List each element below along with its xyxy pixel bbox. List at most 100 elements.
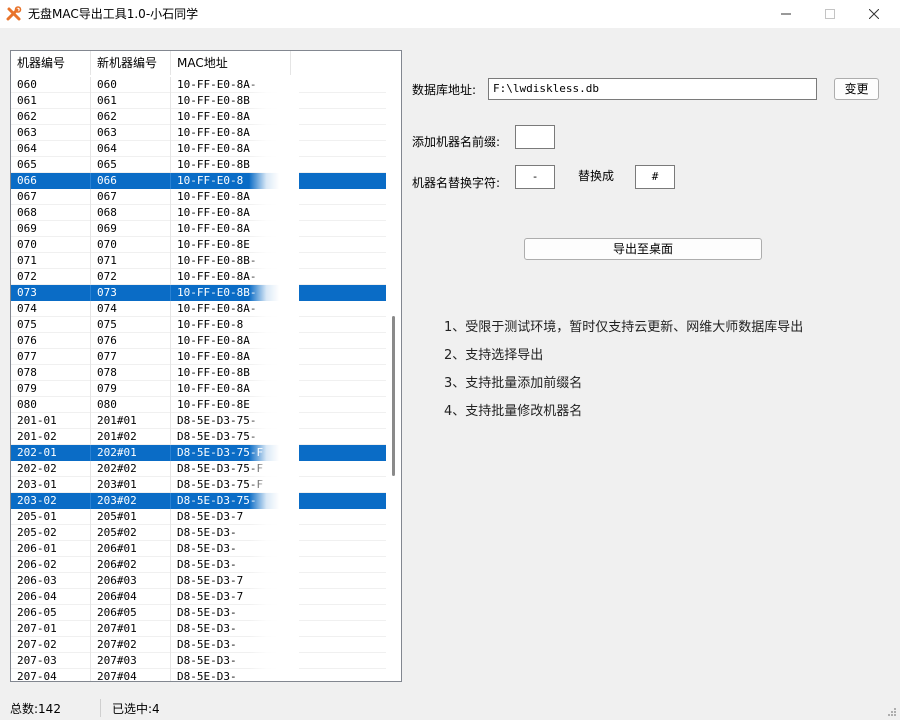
- tools-icon: [6, 6, 22, 21]
- minimize-button[interactable]: [764, 0, 808, 28]
- replace-from-input[interactable]: -: [515, 165, 555, 189]
- replace-label: 机器名替换字符:: [412, 176, 501, 190]
- table-row[interactable]: 205-01 205#01 D8-5E-D3-7: [11, 509, 386, 525]
- column-header-mac[interactable]: MAC地址: [171, 51, 291, 75]
- prefix-label: 添加机器名前缀:: [412, 135, 501, 149]
- cell-new-machine-id: 205#02: [91, 525, 171, 541]
- table-row[interactable]: 060 060 10-FF-E0-8A-: [11, 77, 386, 93]
- cell-machine-id: 063: [11, 125, 91, 141]
- table-row[interactable]: 067 067 10-FF-E0-8A: [11, 189, 386, 205]
- cell-new-machine-id: 075: [91, 317, 171, 333]
- table-row[interactable]: 206-05 206#05 D8-5E-D3-: [11, 605, 386, 621]
- cell-new-machine-id: 206#03: [91, 573, 171, 589]
- maximize-button[interactable]: [808, 0, 852, 28]
- cell-new-machine-id: 077: [91, 349, 171, 365]
- cell-mac: D8-5E-D3-75-F: [177, 462, 264, 475]
- cell-mac: 10-FF-E0-8B: [177, 158, 250, 171]
- table-row[interactable]: 068 068 10-FF-E0-8A: [11, 205, 386, 221]
- table-row[interactable]: 207-03 207#03 D8-5E-D3-: [11, 653, 386, 669]
- column-header-machine-id[interactable]: 机器编号: [11, 51, 91, 75]
- cell-mac: 10-FF-E0-8A: [177, 350, 250, 363]
- table-row[interactable]: 207-01 207#01 D8-5E-D3-: [11, 621, 386, 637]
- table-row[interactable]: 070 070 10-FF-E0-8E: [11, 237, 386, 253]
- table-row[interactable]: 203-01 203#01 D8-5E-D3-75-F: [11, 477, 386, 493]
- db-path-input[interactable]: F:\lwdiskless.db: [488, 78, 817, 100]
- scrollbar-thumb[interactable]: [392, 316, 395, 476]
- cell-machine-id: 203-01: [11, 477, 91, 493]
- cell-mac: 10-FF-E0-8A: [177, 142, 250, 155]
- table-row[interactable]: 063 063 10-FF-E0-8A: [11, 125, 386, 141]
- maximize-icon: [825, 9, 835, 19]
- table-row[interactable]: 074 074 10-FF-E0-8A-: [11, 301, 386, 317]
- cell-machine-id: 203-02: [11, 493, 91, 509]
- cell-mac: 10-FF-E0-8B-: [177, 254, 257, 267]
- table-row[interactable]: 066 066 10-FF-E0-8: [11, 173, 386, 189]
- vertical-scrollbar[interactable]: [386, 51, 401, 681]
- cell-machine-id: 072: [11, 269, 91, 285]
- cell-machine-id: 202-02: [11, 461, 91, 477]
- table-row[interactable]: 201-01 201#01 D8-5E-D3-75-: [11, 413, 386, 429]
- table-row[interactable]: 202-02 202#02 D8-5E-D3-75-F: [11, 461, 386, 477]
- cell-machine-id: 205-02: [11, 525, 91, 541]
- minimize-icon: [781, 13, 791, 15]
- cell-machine-id: 066: [11, 173, 91, 189]
- table-row[interactable]: 077 077 10-FF-E0-8A: [11, 349, 386, 365]
- table-row[interactable]: 080 080 10-FF-E0-8E: [11, 397, 386, 413]
- replace-to-input[interactable]: #: [635, 165, 675, 189]
- table-row[interactable]: 207-02 207#02 D8-5E-D3-: [11, 637, 386, 653]
- table-row[interactable]: 206-03 206#03 D8-5E-D3-7: [11, 573, 386, 589]
- cell-new-machine-id: 066: [91, 173, 171, 189]
- column-header-new-machine-id[interactable]: 新机器编号: [91, 51, 171, 75]
- cell-mac: D8-5E-D3-75-: [177, 414, 257, 427]
- cell-new-machine-id: 206#04: [91, 589, 171, 605]
- cell-mac: D8-5E-D3-7: [177, 590, 244, 603]
- change-button[interactable]: 变更: [834, 78, 879, 100]
- cell-new-machine-id: 074: [91, 301, 171, 317]
- close-button[interactable]: [852, 0, 896, 28]
- table-row[interactable]: 071 071 10-FF-E0-8B-: [11, 253, 386, 269]
- cell-new-machine-id: 207#02: [91, 637, 171, 653]
- cell-machine-id: 206-02: [11, 557, 91, 573]
- cell-new-machine-id: 063: [91, 125, 171, 141]
- table-row[interactable]: 078 078 10-FF-E0-8B: [11, 365, 386, 381]
- table-row[interactable]: 076 076 10-FF-E0-8A: [11, 333, 386, 349]
- export-button[interactable]: 导出至桌面: [524, 238, 762, 260]
- cell-machine-id: 206-05: [11, 605, 91, 621]
- table-row[interactable]: 069 069 10-FF-E0-8A: [11, 221, 386, 237]
- table-row[interactable]: 065 065 10-FF-E0-8B: [11, 157, 386, 173]
- table-row[interactable]: 062 062 10-FF-E0-8A: [11, 109, 386, 125]
- cell-new-machine-id: 206#02: [91, 557, 171, 573]
- cell-new-machine-id: 076: [91, 333, 171, 349]
- table-row[interactable]: 201-02 201#02 D8-5E-D3-75-: [11, 429, 386, 445]
- cell-machine-id: 207-04: [11, 669, 91, 681]
- info-line-3: 3、支持批量添加前缀名: [444, 376, 583, 391]
- table-row[interactable]: 072 072 10-FF-E0-8A-: [11, 269, 386, 285]
- cell-machine-id: 069: [11, 221, 91, 237]
- table-row[interactable]: 207-04 207#04 D8-5E-D3-: [11, 669, 386, 682]
- table-row[interactable]: 206-01 206#01 D8-5E-D3-: [11, 541, 386, 557]
- table-row[interactable]: 202-01 202#01 D8-5E-D3-75-F: [11, 445, 386, 461]
- info-line-1: 1、受限于测试环境，暂时仅支持云更新、网维大师数据库导出: [444, 320, 804, 335]
- machine-list[interactable]: 机器编号 新机器编号 MAC地址 060 060 10-FF-E0-8A- 061 06…: [10, 50, 402, 682]
- cell-mac: D8-5E-D3-75-F: [177, 446, 264, 459]
- table-row[interactable]: 075 075 10-FF-E0-8: [11, 317, 386, 333]
- table-row[interactable]: 061 061 10-FF-E0-8B: [11, 93, 386, 109]
- cell-machine-id: 065: [11, 157, 91, 173]
- cell-machine-id: 070: [11, 237, 91, 253]
- resize-grip-icon[interactable]: [887, 707, 897, 717]
- table-row[interactable]: 205-02 205#02 D8-5E-D3-: [11, 525, 386, 541]
- prefix-input[interactable]: [515, 125, 555, 149]
- cell-mac: D8-5E-D3-: [177, 670, 237, 682]
- table-row[interactable]: 206-04 206#04 D8-5E-D3-7: [11, 589, 386, 605]
- table-row[interactable]: 064 064 10-FF-E0-8A: [11, 141, 386, 157]
- info-line-2: 2、支持选择导出: [444, 348, 544, 363]
- table-row[interactable]: 206-02 206#02 D8-5E-D3-: [11, 557, 386, 573]
- cell-mac: D8-5E-D3-75-: [177, 494, 257, 507]
- cell-mac: 10-FF-E0-8: [177, 174, 244, 187]
- title-bar[interactable]: 无盘MAC导出工具1.0-小石同学: [0, 0, 900, 28]
- table-row[interactable]: 079 079 10-FF-E0-8A: [11, 381, 386, 397]
- cell-new-machine-id: 068: [91, 205, 171, 221]
- cell-machine-id: 207-03: [11, 653, 91, 669]
- table-row[interactable]: 203-02 203#02 D8-5E-D3-75-: [11, 493, 386, 509]
- table-row[interactable]: 073 073 10-FF-E0-8B-: [11, 285, 386, 301]
